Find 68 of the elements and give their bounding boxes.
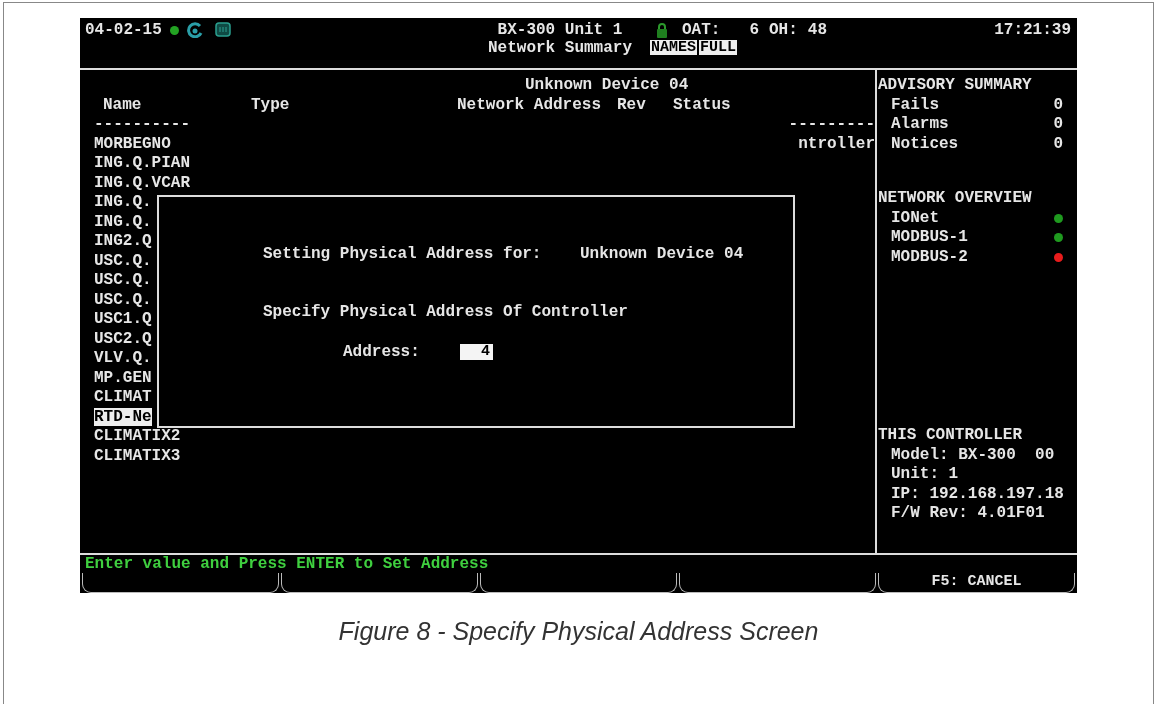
device-name[interactable]: CLIMATIX2 xyxy=(94,427,181,445)
summary-count: 0 xyxy=(1053,134,1063,154)
device-name[interactable]: ING.Q. xyxy=(94,193,152,211)
device-name[interactable]: USC2.Q xyxy=(94,329,152,348)
status-message: Enter value and Press ENTER to Set Address xyxy=(84,555,490,573)
column-header: Network Address xyxy=(457,95,603,115)
clock-time: 17:21:39 xyxy=(994,21,1071,40)
device-name[interactable]: USC1.Q xyxy=(94,310,152,328)
column-header: Name xyxy=(102,95,143,115)
lock-icon xyxy=(656,22,668,39)
function-key[interactable]: F5: CANCEL xyxy=(878,573,1075,593)
controller-info: Unit: 1 xyxy=(891,465,959,483)
dialog-prompt: Specify Physical Address Of Controller xyxy=(263,303,628,323)
oh-value: 48 xyxy=(807,21,828,40)
figure-caption: Figure 8 - Specify Physical Address Screen xyxy=(338,617,819,645)
summary-label: Notices xyxy=(891,134,959,154)
column-header: Rev xyxy=(617,95,647,115)
screen-subtitle: Network Summary xyxy=(488,39,632,58)
device-name[interactable]: USC.Q. xyxy=(94,290,152,309)
oat-value: 6 xyxy=(749,21,759,40)
device-name[interactable]: ING.Q.PIAN xyxy=(94,154,190,172)
column-header: Status xyxy=(673,95,732,115)
function-key[interactable] xyxy=(480,573,677,593)
summary-label: Alarms xyxy=(891,115,949,135)
device-name[interactable]: MORBEGNO xyxy=(94,134,171,153)
view-toggle[interactable]: NAMES xyxy=(650,40,697,56)
summary-count: 0 xyxy=(1053,115,1063,135)
device-name[interactable]: CLIMAT xyxy=(94,388,152,406)
screen-title: BX-300 Unit 1 xyxy=(497,21,623,40)
oat-label: OAT: xyxy=(682,21,721,40)
device-name[interactable]: ING.Q. xyxy=(94,212,152,231)
network-name: IONet xyxy=(891,208,939,228)
controller-info: F/W Rev: 4.01F01 xyxy=(891,504,1045,522)
function-key[interactable] xyxy=(679,573,876,593)
function-key[interactable] xyxy=(281,573,478,593)
device-name[interactable]: ING2.Q xyxy=(94,232,152,250)
device-name[interactable]: VLV.Q. xyxy=(94,349,152,367)
device-status: ntroller xyxy=(798,134,875,154)
rule-text: --------- xyxy=(788,115,875,135)
address-field[interactable]: 4 xyxy=(460,344,493,360)
section-title: THIS CONTROLLER xyxy=(878,426,1024,446)
device-name[interactable]: USC.Q. xyxy=(94,251,152,270)
status-dot-icon xyxy=(169,26,179,35)
dialog-label: Setting Physical Address for: xyxy=(263,245,542,265)
summary-label: Fails xyxy=(891,95,939,115)
device-name[interactable]: MP.GEN xyxy=(94,368,152,387)
rule-text: ---------- xyxy=(94,115,191,135)
device-name[interactable]: ING.Q.VCAR xyxy=(94,173,190,192)
section-title: ADVISORY SUMMARY xyxy=(878,76,1033,96)
device-name-text: Unknown Device 04 xyxy=(580,245,744,265)
function-key[interactable] xyxy=(82,573,279,593)
column-header: Type xyxy=(251,95,291,115)
controller-info: Model: BX-300 00 xyxy=(891,445,1055,464)
swirl-icon xyxy=(186,22,203,38)
device-name[interactable]: CLIMATIX3 xyxy=(94,446,181,465)
oh-label: OH: xyxy=(769,21,798,40)
field-label: Address: xyxy=(343,343,420,363)
date-text: 04-02-15 xyxy=(85,21,162,40)
network-name: MODBUS-2 xyxy=(891,247,968,267)
summary-count: 0 xyxy=(1053,95,1063,115)
network-name: MODBUS-1 xyxy=(891,228,968,248)
device-name[interactable]: USC.Q. xyxy=(94,271,152,289)
list-title: Unknown Device 04 xyxy=(525,76,689,94)
section-title: NETWORK OVERVIEW xyxy=(878,189,1033,209)
view-toggle[interactable]: FULL xyxy=(699,40,738,56)
device-name[interactable]: RTD-Ne xyxy=(94,407,152,426)
display-icon xyxy=(214,22,231,37)
controller-info: IP: 192.168.197.18 xyxy=(891,484,1064,503)
